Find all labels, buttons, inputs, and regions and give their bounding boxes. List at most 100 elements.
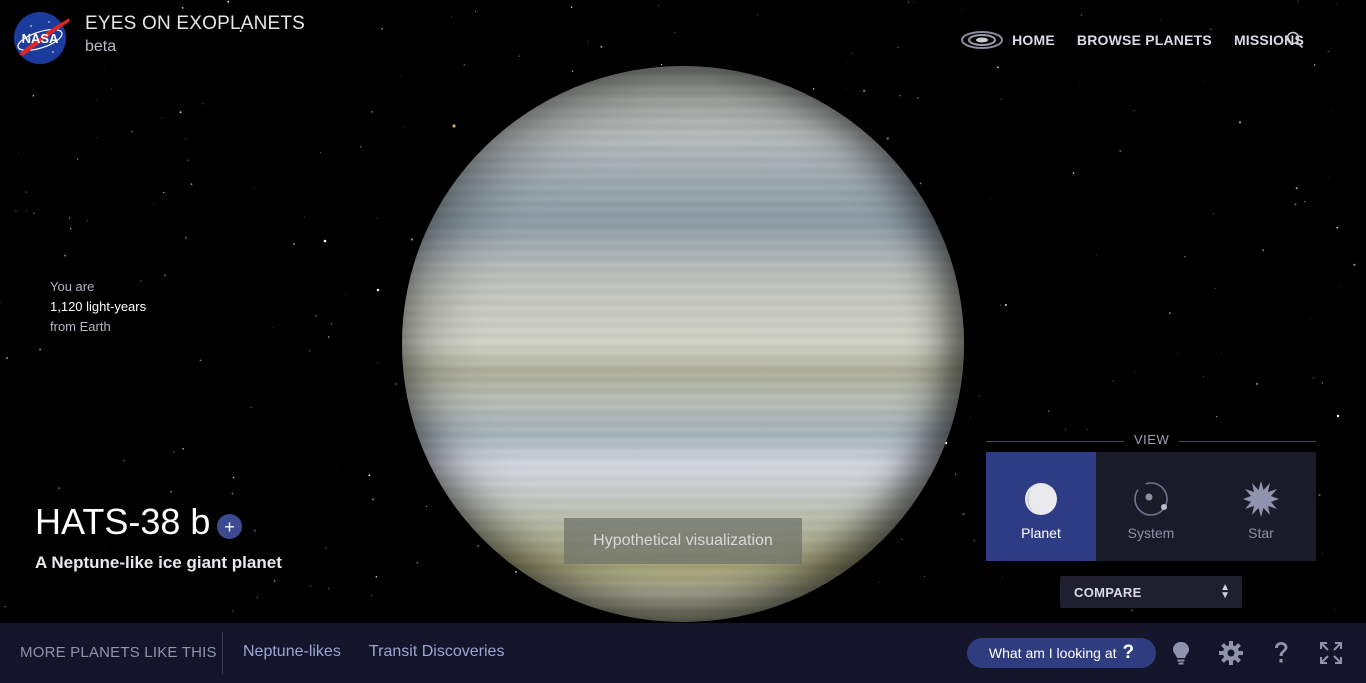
star-dot	[26, 210, 28, 212]
add-planet-button[interactable]: +	[217, 514, 242, 539]
search-icon[interactable]	[1286, 31, 1304, 49]
nav-browse-planets[interactable]: BROWSE PLANETS	[1077, 32, 1212, 48]
star-dot	[327, 336, 330, 338]
star-dot	[899, 94, 901, 97]
star-dot	[1318, 494, 1321, 497]
star-dot	[153, 203, 155, 204]
star-dot	[897, 46, 899, 49]
link-transit-discoveries[interactable]: Transit Discoveries	[369, 643, 504, 661]
star-dot	[1214, 287, 1216, 289]
star-dot	[978, 395, 980, 397]
star-dot	[907, 1, 910, 3]
star-dot	[293, 243, 295, 245]
star-dot	[1086, 428, 1088, 430]
gear-icon[interactable]	[1218, 640, 1244, 666]
lightbulb-icon[interactable]	[1168, 640, 1194, 666]
star-dot	[179, 111, 182, 114]
what-am-i-looking-at-label: What am I looking at	[988, 645, 1117, 661]
view-system-button[interactable]: System	[1096, 452, 1206, 561]
star-dot	[970, 417, 971, 419]
star-dot	[64, 254, 66, 257]
star-dot	[163, 191, 165, 194]
star-dot	[1080, 14, 1082, 16]
star-dot	[273, 580, 276, 582]
star-dot	[172, 450, 175, 453]
star-dot	[39, 348, 41, 351]
star-dot	[901, 538, 903, 540]
star-dot	[202, 103, 204, 105]
compare-select[interactable]: COMPARE ▲ ▼	[1060, 576, 1242, 608]
star-dot	[1000, 98, 1002, 100]
bottom-divider	[222, 632, 223, 674]
star-dot	[123, 459, 126, 462]
star-dot	[1001, 577, 1003, 579]
star-dot	[254, 188, 255, 189]
fullscreen-icon[interactable]	[1318, 640, 1344, 666]
nav-home[interactable]: HOME	[960, 29, 1055, 51]
star-dot	[1336, 226, 1339, 229]
bright-star-dot	[1336, 414, 1340, 418]
star-dot	[1131, 609, 1133, 612]
nasa-logo[interactable]: NASA	[13, 10, 69, 66]
star-dot	[1327, 50, 1330, 53]
star-dot	[25, 191, 28, 193]
star-dot	[973, 540, 975, 542]
star-dot	[181, 7, 184, 9]
star-dot	[1327, 176, 1329, 178]
star-dot	[314, 314, 317, 317]
distance-line-3: from Earth	[50, 319, 111, 334]
star-dot	[474, 10, 477, 12]
star-dot	[57, 487, 61, 490]
app-title: EYES ON EXOPLANETS	[85, 13, 306, 34]
nav-home-link[interactable]: HOME	[1012, 32, 1055, 48]
star-dot	[254, 529, 256, 532]
star-dot	[1096, 255, 1097, 256]
star-dot	[1353, 263, 1356, 266]
view-planet-button[interactable]: Planet	[986, 452, 1096, 561]
star-dot	[1221, 352, 1222, 353]
star-dot	[161, 117, 163, 119]
star-dot	[370, 594, 373, 597]
view-star-label: Star	[1248, 525, 1274, 541]
star-dot	[1119, 149, 1122, 152]
star-dot	[1322, 553, 1323, 555]
star-dot	[586, 41, 588, 43]
star-dot	[363, 592, 365, 594]
star-dot	[376, 218, 378, 220]
star-dot	[1295, 187, 1298, 190]
star-dot	[1336, 2, 1338, 4]
star-dot	[851, 52, 854, 55]
star-dot	[996, 66, 999, 69]
star-dot	[1334, 609, 1336, 611]
star-dot	[1339, 286, 1341, 287]
star-dot	[372, 498, 374, 501]
help-icon[interactable]	[1268, 640, 1294, 666]
star-dot	[1072, 172, 1075, 174]
star-dot	[518, 55, 521, 57]
star-dot	[845, 88, 847, 89]
what-am-i-looking-at-button[interactable]: What am I looking at ?	[967, 638, 1156, 668]
star-dot	[111, 88, 113, 90]
star-dot	[1160, 18, 1162, 20]
star-dot	[886, 137, 889, 140]
star-dot	[15, 210, 17, 212]
star-dot	[96, 137, 98, 138]
star-dot	[399, 76, 401, 78]
star-dot	[186, 159, 189, 161]
star-dot	[756, 14, 759, 16]
view-title: VIEW	[1124, 432, 1180, 447]
star-dot	[336, 467, 338, 469]
star-dot	[401, 618, 403, 620]
star-dot	[338, 299, 340, 300]
star-dot	[1184, 256, 1186, 258]
star-dot	[184, 236, 187, 239]
view-panel: Planet System Star	[986, 452, 1316, 561]
star-dot	[919, 182, 922, 185]
view-system-label: System	[1127, 525, 1175, 541]
star-dot	[1202, 376, 1204, 378]
star-dot	[954, 473, 957, 475]
view-star-button[interactable]: Star	[1206, 452, 1316, 561]
star-dot	[395, 383, 397, 385]
link-neptune-likes[interactable]: Neptune-likes	[243, 643, 341, 661]
star-dot	[658, 5, 660, 7]
